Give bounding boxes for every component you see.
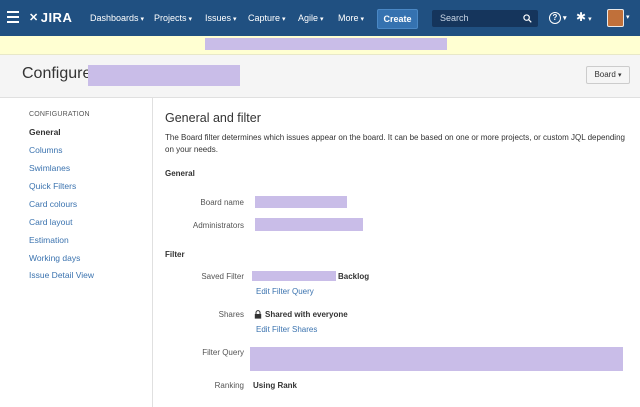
nav-capture[interactable]: Capture ▾ — [248, 13, 286, 23]
nav-agile[interactable]: Agile ▾ — [298, 13, 324, 23]
sidebar-heading: CONFIGURATION — [29, 111, 90, 118]
sidebar-item-card-layout[interactable]: Card layout — [29, 217, 72, 227]
filter-query-label: Filter Query — [202, 348, 244, 357]
chevron-down-icon: ▾ — [360, 16, 365, 23]
chevron-down-icon: ▾ — [618, 72, 622, 79]
chevron-down-icon: ▾ — [233, 16, 237, 23]
shares-value: Shared with everyone — [265, 310, 348, 319]
ranking-value: Using Rank — [253, 381, 298, 390]
redacted-saved-filter[interactable] — [252, 271, 336, 281]
general-heading: General — [165, 169, 195, 178]
sidebar-item-estimation[interactable]: Estimation — [29, 235, 69, 245]
board-dropdown-button[interactable]: Board ▾ — [586, 66, 630, 84]
nav-dashboards-label: Dashboards — [90, 13, 139, 23]
nav-capture-label: Capture — [248, 13, 281, 23]
chevron-down-icon: ▾ — [588, 16, 592, 23]
chevron-down-icon: ▾ — [282, 16, 286, 23]
chevron-down-icon: ▾ — [320, 16, 324, 23]
nav-projects[interactable]: Projects ▾ — [154, 13, 192, 23]
redacted-board-name — [88, 65, 240, 86]
administrators-label: Administrators — [192, 221, 244, 230]
settings-button[interactable]: ✱ ▾ — [576, 10, 592, 24]
nav-agile-label: Agile — [298, 13, 319, 23]
help-button[interactable]: ? ▾ — [549, 11, 567, 24]
nav-projects-label: Projects — [154, 13, 187, 23]
nav-more[interactable]: More ▾ — [338, 13, 364, 23]
shares-label: Shares — [218, 310, 244, 319]
section-title: General and filter — [165, 111, 261, 125]
nav-more-label: More — [338, 13, 359, 23]
nav-dashboards[interactable]: Dashboards ▾ — [90, 13, 144, 23]
logo-text: JIRA — [40, 10, 73, 25]
chevron-down-icon: ▾ — [188, 16, 193, 23]
nav-issues[interactable]: Issues ▾ — [205, 13, 237, 23]
chevron-down-icon: ▾ — [563, 15, 567, 22]
sidebar-item-general[interactable]: General — [29, 127, 61, 137]
nav-issues-label: Issues — [205, 13, 232, 23]
chevron-down-icon[interactable]: ▾ — [626, 13, 630, 21]
avatar[interactable] — [607, 9, 624, 27]
section-description: The Board filter determines which issues… — [165, 133, 625, 154]
sidebar-item-issue-detail-view[interactable]: Issue Detail View — [29, 270, 94, 280]
help-icon: ? — [549, 12, 561, 24]
redacted-board-name-value[interactable] — [255, 196, 347, 208]
filter-heading: Filter — [165, 250, 185, 259]
create-button[interactable]: Create — [377, 9, 418, 29]
redacted-banner-text — [205, 38, 447, 50]
search-icon[interactable] — [523, 14, 532, 23]
menu-icon[interactable] — [7, 11, 19, 24]
sidebar-item-swimlanes[interactable]: Swimlanes — [29, 163, 70, 173]
jira-logo[interactable]: ✕ JIRA — [29, 10, 72, 25]
atlassian-mark-icon: ✕ — [29, 12, 39, 24]
gear-icon: ✱ — [576, 10, 587, 24]
edit-filter-query-link[interactable]: Edit Filter Query — [256, 287, 314, 296]
ranking-label: Ranking — [214, 381, 244, 390]
saved-filter-value: Backlog — [338, 272, 370, 281]
sidebar-item-working-days[interactable]: Working days — [29, 253, 80, 263]
chevron-down-icon: ▾ — [140, 16, 145, 23]
sidebar-item-quick-filters[interactable]: Quick Filters — [29, 181, 76, 191]
redacted-administrators-value[interactable] — [255, 218, 363, 231]
saved-filter-label: Saved Filter — [201, 272, 244, 281]
edit-filter-shares-link[interactable]: Edit Filter Shares — [256, 325, 317, 334]
lock-icon — [254, 310, 262, 319]
sidebar-item-columns[interactable]: Columns — [29, 145, 63, 155]
redacted-filter-query[interactable] — [250, 347, 623, 371]
sidebar-item-card-colours[interactable]: Card colours — [29, 199, 77, 209]
board-name-label: Board name — [200, 198, 244, 207]
board-button-label: Board — [594, 70, 616, 79]
page-title: Configure — [22, 65, 92, 82]
